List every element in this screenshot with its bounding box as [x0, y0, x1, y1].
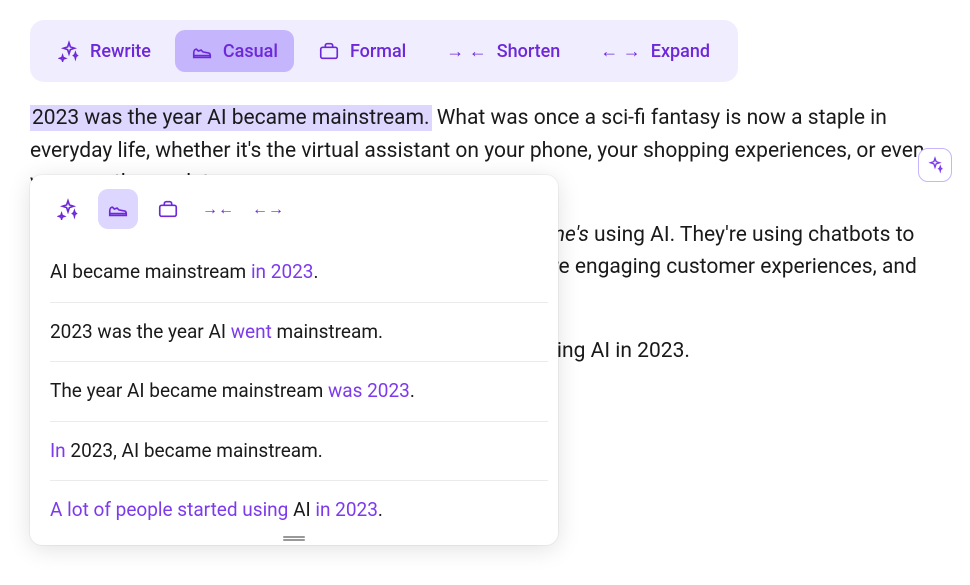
rewrite-button[interactable]: Rewrite	[42, 30, 167, 72]
casual-button[interactable]: Casual	[175, 30, 294, 72]
briefcase-icon	[157, 198, 179, 220]
suggestion-changed-text: In	[50, 439, 66, 462]
suggestion-text: .	[410, 379, 415, 402]
suggestion-item[interactable]: In 2023, AI became mainstream.	[50, 422, 548, 482]
rewrite-toolbar: Rewrite Casual Formal → ← Shorten ← → Ex…	[30, 20, 738, 82]
expand-label: Expand	[651, 41, 710, 62]
suggestion-text: 2023, AI became mainstream.	[66, 439, 323, 462]
shoe-icon	[107, 198, 129, 220]
suggestion-text: .	[313, 260, 318, 283]
popup-formal-button[interactable]	[148, 189, 188, 229]
suggestion-changed-text: A lot of people started using	[50, 498, 288, 521]
resize-handle[interactable]	[30, 535, 558, 545]
sparkle-icon	[57, 198, 79, 220]
suggestions-list: AI became mainstream in 2023.2023 was th…	[30, 243, 558, 535]
suggestion-changed-text: went	[231, 320, 272, 343]
suggestion-text: AI became mainstream	[50, 260, 251, 283]
popup-rewrite-button[interactable]	[48, 189, 88, 229]
briefcase-icon	[318, 40, 340, 62]
shorten-label: Shorten	[497, 41, 561, 62]
shorten-icon: → ←	[446, 41, 486, 62]
shorten-button[interactable]: → ← Shorten	[430, 30, 576, 72]
popup-casual-button[interactable]	[98, 189, 138, 229]
suggestion-changed-text: was 2023	[328, 379, 410, 402]
suggestion-text: AI	[288, 498, 315, 521]
expand-button[interactable]: ← → Expand	[584, 30, 726, 72]
popup-shorten-button[interactable]: →←	[198, 189, 238, 229]
rewrite-label: Rewrite	[90, 41, 151, 62]
popup-expand-button[interactable]: ←→	[248, 189, 288, 229]
popup-toolbar: →← ←→	[30, 175, 558, 243]
ai-assist-button[interactable]	[918, 148, 952, 182]
suggestion-changed-text: in 2023	[315, 498, 378, 521]
highlighted-text[interactable]: 2023 was the year AI became mainstream.	[30, 105, 432, 131]
sparkle-icon	[58, 40, 80, 62]
suggestion-text: The year AI became mainstream	[50, 379, 328, 402]
suggestion-changed-text: in 2023	[251, 260, 314, 283]
casual-label: Casual	[223, 41, 278, 62]
expand-icon: ← →	[600, 41, 640, 62]
expand-icon: ←→	[252, 199, 284, 219]
suggestion-item[interactable]: The year AI became mainstream was 2023.	[50, 362, 548, 422]
suggestion-item[interactable]: AI became mainstream in 2023.	[50, 243, 548, 303]
formal-label: Formal	[350, 41, 406, 62]
formal-button[interactable]: Formal	[302, 30, 422, 72]
sparkle-icon	[926, 156, 944, 174]
shorten-icon: →←	[202, 199, 234, 219]
suggestion-item[interactable]: 2023 was the year AI went mainstream.	[50, 303, 548, 363]
suggestion-text: .	[378, 498, 383, 521]
suggestions-popup: →← ←→ AI became mainstream in 2023.2023 …	[30, 175, 558, 545]
suggestion-text: mainstream.	[272, 320, 383, 343]
suggestion-item[interactable]: A lot of people started using AI in 2023…	[50, 481, 548, 535]
shoe-icon	[191, 40, 213, 62]
suggestion-text: 2023 was the year AI	[50, 320, 231, 343]
